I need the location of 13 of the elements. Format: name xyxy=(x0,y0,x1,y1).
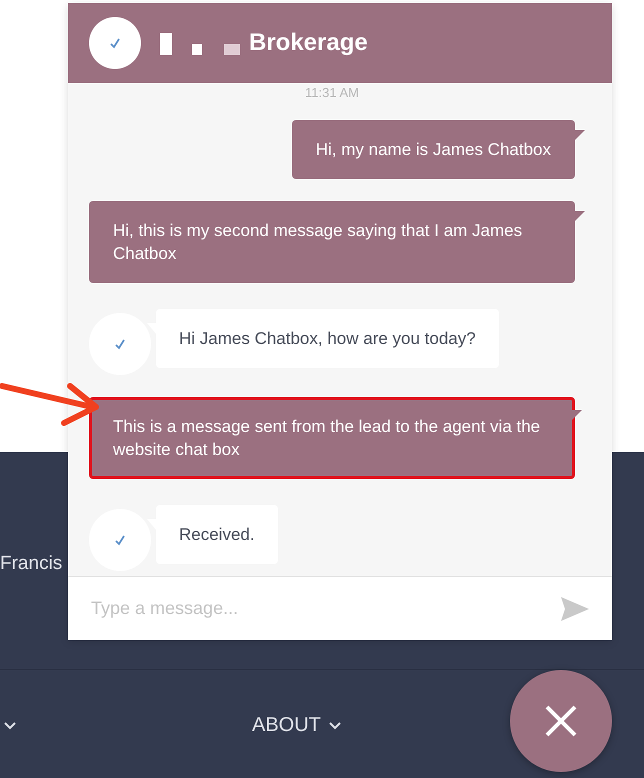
close-icon xyxy=(544,704,578,738)
chat-title: Brokerage xyxy=(249,29,368,57)
timestamp: 11:31 AM xyxy=(305,85,359,100)
bubble-tail-icon xyxy=(572,410,582,420)
bubble-tail-icon xyxy=(575,211,585,221)
location-text: Francis xyxy=(0,553,62,575)
chevron-icon[interactable] xyxy=(4,722,16,730)
agent-avatar xyxy=(89,17,141,69)
bubble-tail-icon xyxy=(575,130,585,140)
message-input[interactable]: Type a message... xyxy=(89,597,560,620)
message-composer[interactable]: Type a message... xyxy=(68,576,612,640)
chevron-icon xyxy=(328,722,341,730)
nav-link[interactable]: ABOUT xyxy=(252,714,341,737)
